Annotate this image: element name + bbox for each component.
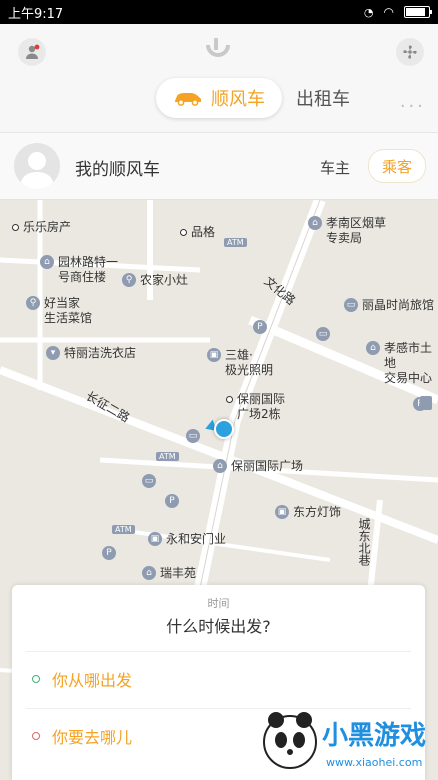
poi-sanxiong[interactable]: ▣ 三雄· 极光照明	[207, 348, 273, 378]
destination-dot-icon	[32, 732, 40, 740]
poi-lijing[interactable]: ▭ 丽晶时尚旅馆	[344, 298, 434, 313]
location-pin-icon	[420, 396, 432, 410]
profile-title[interactable]: 我的顺风车	[75, 155, 160, 180]
avatar-person-icon	[20, 152, 54, 189]
bus-stop-icon: ▭	[186, 429, 200, 443]
settings-button[interactable]	[396, 38, 424, 66]
shop-icon: ▣	[275, 505, 289, 519]
tab-taxi[interactable]: 出租车	[296, 78, 350, 118]
car-icon	[175, 93, 201, 106]
building-icon: ⌂	[366, 341, 380, 355]
tab-taxi-label: 出租车	[296, 89, 350, 110]
atm-icon: ATM	[156, 452, 179, 461]
poi-ruifeng[interactable]: ⌂ 瑞丰苑	[142, 566, 196, 581]
app-header: 顺风车 出租车 ···	[0, 24, 438, 133]
wifi-icon: ◠	[383, 5, 394, 19]
current-location-icon	[214, 419, 234, 439]
alarm-icon: ◔	[363, 5, 374, 19]
parking-icon: P	[102, 546, 116, 560]
parking-icon: P	[253, 320, 267, 334]
from-placeholder: 你从哪出发	[52, 671, 133, 690]
building-icon: ⌂	[213, 459, 227, 473]
atm-icon: ATM	[112, 525, 135, 534]
user-icon	[26, 44, 40, 59]
building-icon: ⌂	[40, 255, 54, 269]
watermark-logo: 小黑游戏 www.xiaohei.com	[263, 712, 426, 769]
poi-baoli-plaza[interactable]: ⌂ 保丽国际广场	[213, 459, 303, 474]
passenger-tab[interactable]: 乘客	[368, 149, 426, 183]
tab-hitch[interactable]: 顺风车	[156, 78, 282, 118]
poi-dongfang[interactable]: ▣ 东方灯饰	[275, 505, 341, 520]
fan-icon	[403, 45, 417, 59]
driver-tab[interactable]: 车主	[320, 157, 350, 178]
poi-yuanlin[interactable]: ⌂ 园林路特一 号商住楼	[40, 255, 118, 285]
shop-icon: ▣	[148, 532, 162, 546]
hotel-icon: ▭	[344, 298, 358, 312]
shirt-icon: ▾	[46, 346, 60, 360]
profile-row: 我的顺风车 车主 乘客	[0, 133, 438, 200]
building-icon: ⌂	[142, 566, 156, 580]
poi-laundry[interactable]: ▾ 特丽洁洗衣店	[46, 346, 136, 361]
watermark-url: www.xiaohei.com	[326, 756, 422, 769]
bus-stop-icon: ▭	[142, 474, 156, 488]
poi-lele[interactable]: 乐乐房产	[12, 220, 71, 235]
from-field[interactable]: 你从哪出发	[26, 651, 411, 706]
atm-icon: ATM	[224, 238, 247, 247]
didi-logo-icon	[206, 38, 230, 57]
status-time: 上午9:17	[8, 6, 64, 22]
poi-land-exchange[interactable]: ⌂ 孝感市土地 交易中心	[366, 341, 438, 386]
poi-haodangjia[interactable]: ⚲ 好当家 生活菜馆	[26, 296, 92, 326]
poi-yonghean[interactable]: ▣ 永和安门业	[148, 532, 226, 547]
more-icon[interactable]: ···	[400, 96, 426, 117]
poi-pinge[interactable]: 品格	[180, 225, 215, 240]
restaurant-icon: ⚲	[26, 296, 40, 310]
tab-hitch-label: 顺风车	[211, 89, 265, 110]
shop-icon: ▣	[207, 348, 221, 362]
status-bar: 上午9:17 ◔ ◠	[0, 0, 438, 24]
time-label: 时间	[207, 597, 230, 610]
battery-icon	[404, 6, 432, 18]
avatar[interactable]	[14, 143, 60, 189]
to-placeholder: 你要去哪儿	[52, 728, 133, 747]
watermark-brand: 小黑游戏	[322, 721, 426, 751]
parking-icon: P	[165, 494, 179, 508]
origin-dot-icon	[32, 675, 40, 683]
road-chengdongbei: 城东北巷	[357, 518, 371, 566]
building-icon: ⌂	[308, 216, 322, 230]
bus-stop-icon: ▭	[316, 327, 330, 341]
departure-time-picker[interactable]: 什么时候出发?	[12, 613, 425, 637]
restaurant-icon: ⚲	[122, 273, 136, 287]
poi-nongjia[interactable]: ⚲ 农家小灶	[122, 273, 188, 288]
user-button[interactable]	[18, 38, 46, 66]
poi-baoli-2[interactable]: 保丽国际 广场2栋	[226, 392, 285, 422]
poi-tobacco[interactable]: ⌂ 孝南区烟草 专卖局	[308, 216, 386, 246]
